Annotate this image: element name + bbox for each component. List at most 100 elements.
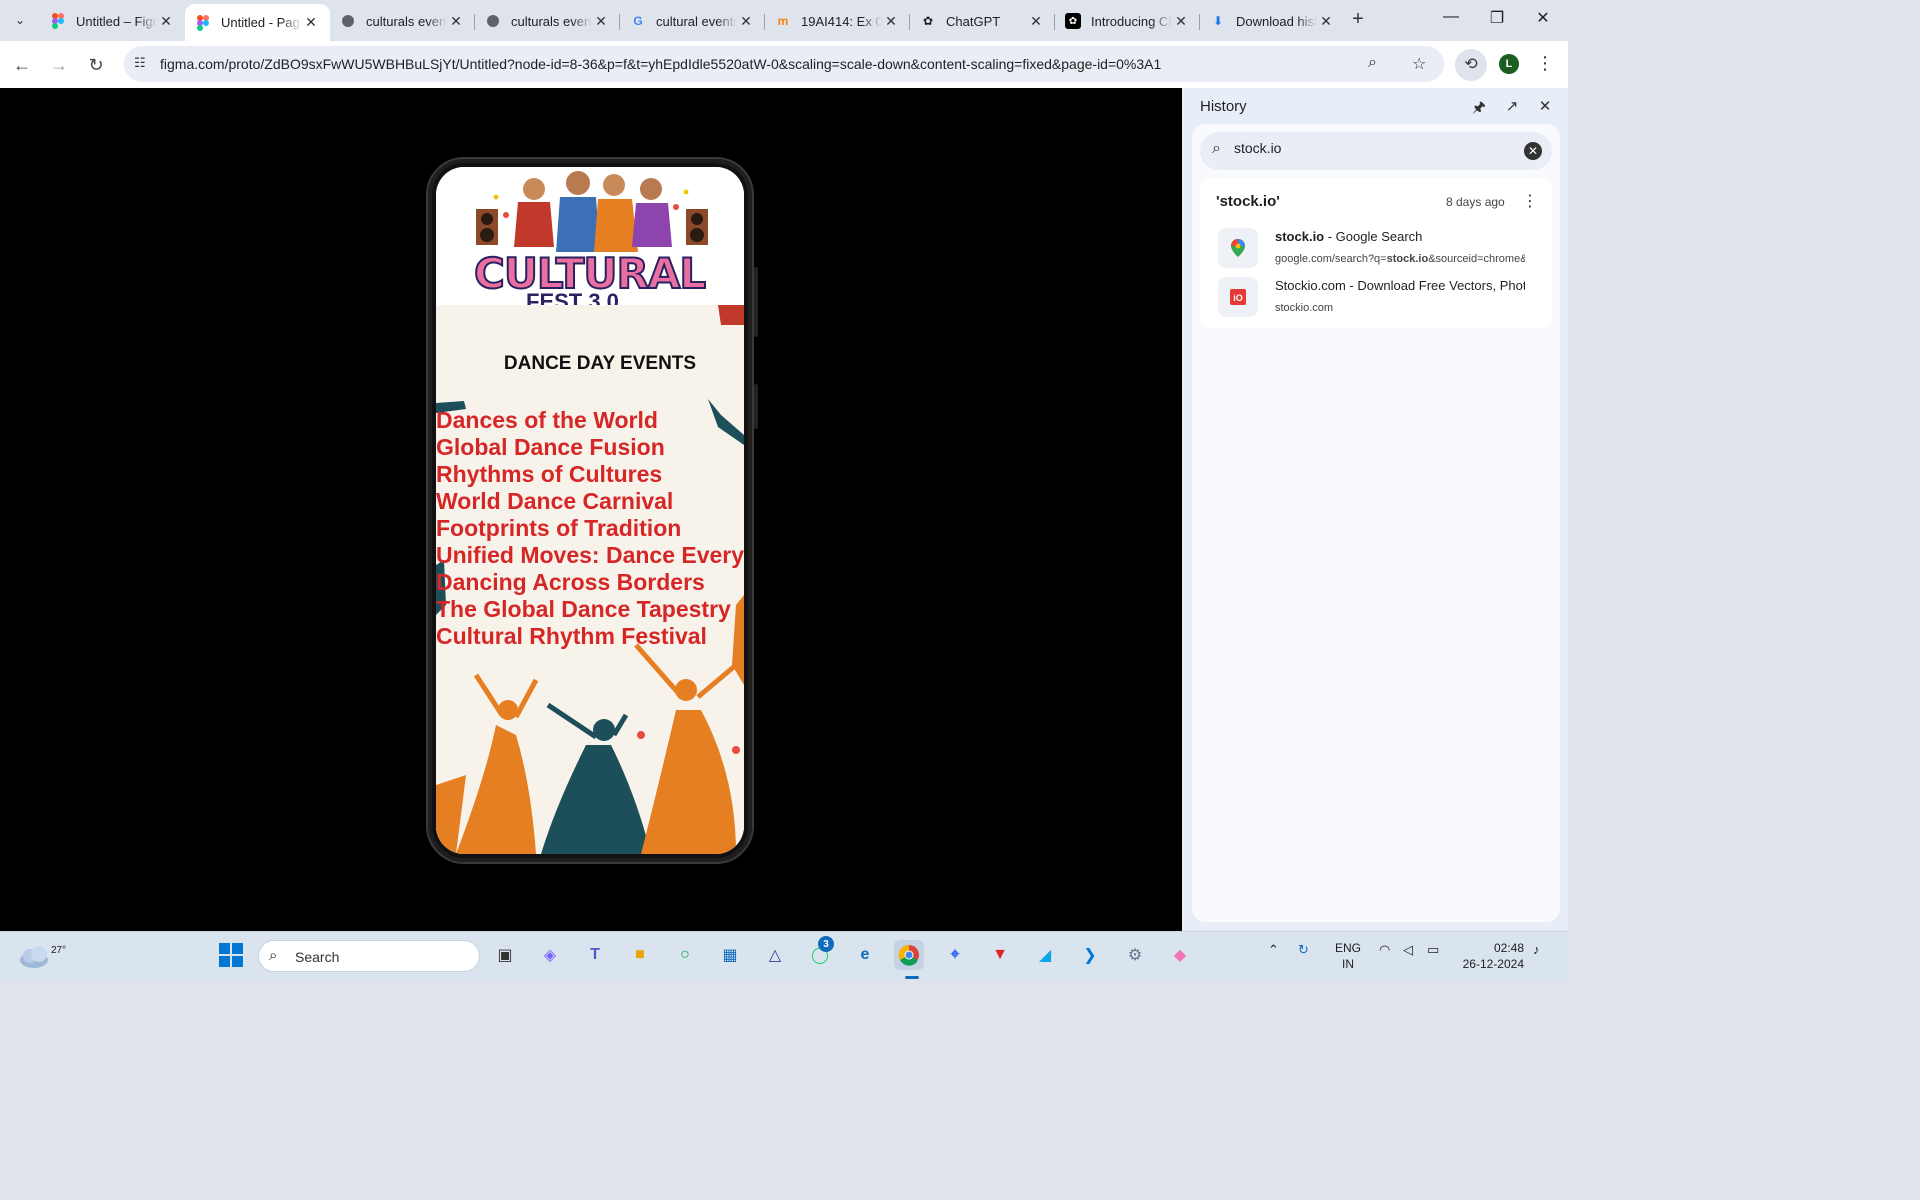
- sync-icon[interactable]: ↻: [1298, 942, 1309, 958]
- history-item[interactable]: iO Stockio.com - Download Free Vectors, …: [1218, 275, 1548, 319]
- pin-icon[interactable]: 🖈: [1470, 97, 1488, 122]
- history-group-card: 'stock.io' 8 days ago ⋮ stock.io - Googl…: [1200, 178, 1552, 328]
- language-indicator[interactable]: ENG IN: [1333, 940, 1363, 972]
- close-icon[interactable]: ✕: [447, 13, 465, 30]
- history-item-url: google.com/search?q=stock.io&sourceid=ch…: [1275, 253, 1525, 265]
- app-diamond-icon[interactable]: ◆: [1165, 940, 1195, 970]
- forward-button[interactable]: →: [47, 53, 71, 77]
- tab-chatgpt[interactable]: ✿ ChatGPT ✕: [910, 4, 1055, 38]
- wifi-icon[interactable]: ◠: [1379, 942, 1390, 958]
- tab-title: culturals events: [511, 13, 592, 29]
- event-item: World Dance Carnival: [436, 488, 674, 514]
- close-window-button[interactable]: ✕: [1520, 8, 1566, 28]
- tab-moodle[interactable]: m 19AI414: Ex 0 ✕: [765, 4, 910, 38]
- notification-bell-icon[interactable]: ♪: [1533, 942, 1540, 957]
- festival-banner-image: CULTURAL FEST 3.0: [436, 167, 744, 305]
- tab-culturals-2[interactable]: culturals events ✕: [475, 4, 620, 38]
- battery-icon[interactable]: ▭: [1427, 942, 1439, 958]
- google-icon: G: [633, 14, 643, 28]
- close-icon[interactable]: ✕: [737, 13, 755, 30]
- refresh-app-icon[interactable]: ○: [670, 940, 700, 970]
- taskbar-search[interactable]: ⌕ Search: [258, 940, 480, 972]
- arrow-right-icon: →: [50, 55, 68, 75]
- clear-search-icon[interactable]: ✕: [1524, 142, 1542, 160]
- edge-icon[interactable]: e: [850, 940, 880, 970]
- tab-title: Untitled - Page: [221, 15, 302, 30]
- brave-icon[interactable]: ▼: [985, 940, 1015, 970]
- close-icon: ✕: [1536, 10, 1550, 27]
- app-a-icon[interactable]: △: [760, 940, 790, 970]
- more-menu-button[interactable]: ⋮: [1535, 53, 1555, 74]
- tab-title: ChatGPT: [946, 13, 1001, 29]
- history-search-input[interactable]: [1234, 140, 1504, 156]
- teams-icon[interactable]: T: [580, 940, 610, 970]
- weather-widget[interactable]: 27°: [18, 938, 66, 972]
- file-explorer-icon[interactable]: ■: [625, 940, 655, 970]
- site-info-icon[interactable]: ☷: [134, 55, 152, 73]
- svg-text:iO: iO: [1233, 293, 1243, 303]
- show-hidden-icons-chevron-icon[interactable]: ⌃: [1268, 942, 1279, 958]
- prototype-viewport: CULTURAL FEST 3.0 DANCE DAY EVENTS Dance…: [0, 88, 1182, 931]
- globe-app-icon[interactable]: ⌖: [940, 940, 970, 970]
- close-icon[interactable]: ✕: [1027, 13, 1045, 30]
- reload-button[interactable]: ↻: [84, 53, 108, 77]
- event-item: Rhythms of Cultures: [436, 461, 663, 487]
- more-vertical-icon: ⋮: [1536, 53, 1554, 73]
- globe-icon: [340, 13, 356, 29]
- reload-icon: ↻: [88, 55, 104, 75]
- open-in-new-tab-icon[interactable]: ↗: [1503, 97, 1521, 115]
- tab-google[interactable]: G cultural events ✕: [620, 4, 765, 38]
- settings-gear-icon[interactable]: ⚙: [1120, 940, 1150, 970]
- history-item-title: stock.io - Google Search: [1275, 229, 1423, 244]
- task-view-icon[interactable]: ▣: [490, 940, 520, 970]
- tab-figma[interactable]: Untitled – Figma ✕: [40, 4, 185, 38]
- phone-screen[interactable]: CULTURAL FEST 3.0 DANCE DAY EVENTS Dance…: [436, 167, 744, 854]
- close-icon[interactable]: ✕: [302, 14, 320, 31]
- back-button[interactable]: ←: [10, 53, 34, 77]
- copilot-icon[interactable]: ◈: [535, 940, 565, 970]
- history-search-box[interactable]: ⌕ ✕: [1200, 132, 1552, 170]
- event-item: The Global Dance Tapestry: [436, 596, 731, 622]
- url-text[interactable]: figma.com/proto/ZdBO9sxFwWU5WBHBuLSjYt/U…: [160, 56, 1161, 72]
- history-button[interactable]: ⟲: [1455, 49, 1487, 81]
- event-item: Footprints of Tradition: [436, 515, 682, 541]
- bookmark-star-icon[interactable]: ☆: [1412, 54, 1426, 74]
- microsoft-store-icon[interactable]: ▦: [715, 940, 745, 970]
- close-icon[interactable]: ✕: [157, 13, 175, 30]
- tab-culturals-1[interactable]: culturals events ✕: [330, 4, 475, 38]
- avatar[interactable]: L: [1499, 54, 1519, 74]
- close-icon[interactable]: ✕: [1317, 13, 1335, 30]
- windows-icon: [219, 943, 243, 967]
- history-item[interactable]: stock.io - Google Search google.com/sear…: [1218, 226, 1548, 270]
- cloud-icon: [20, 946, 48, 968]
- search-icon: ⌕: [1212, 140, 1221, 157]
- address-bar[interactable]: ☷ figma.com/proto/ZdBO9sxFwWU5WBHBuLSjYt…: [124, 46, 1444, 82]
- history-content: ⌕ ✕ 'stock.io' 8 days ago ⋮ stock.io - G…: [1192, 124, 1560, 922]
- tab-figma-proto[interactable]: Untitled - Page ✕: [185, 4, 330, 41]
- close-icon[interactable]: ✕: [1536, 97, 1554, 115]
- panel-title: History: [1200, 98, 1247, 115]
- openai-icon: ✿: [1065, 13, 1081, 29]
- close-icon[interactable]: ✕: [882, 13, 900, 30]
- vscode-icon[interactable]: ❯: [1075, 940, 1105, 970]
- tab-openai[interactable]: ✿ Introducing ChatGPT ✕: [1055, 4, 1200, 38]
- chevron-down-icon: ⌄: [14, 13, 26, 27]
- close-icon[interactable]: ✕: [1172, 13, 1190, 30]
- event-item: Cultural Rhythm Festival: [436, 623, 707, 649]
- start-button[interactable]: [216, 940, 246, 970]
- photos-icon[interactable]: ◢: [1030, 940, 1060, 970]
- new-tab-button[interactable]: +: [1346, 8, 1370, 32]
- restore-button[interactable]: ❐: [1474, 8, 1520, 28]
- chrome-icon[interactable]: [894, 940, 924, 970]
- restore-icon: ❐: [1489, 10, 1505, 27]
- zoom-icon[interactable]: ⌕: [1368, 54, 1377, 72]
- volume-icon[interactable]: ◁: [1403, 942, 1413, 958]
- dance-poster: DANCE DAY EVENTS Dances of the World Glo…: [436, 305, 744, 854]
- tab-downloads[interactable]: ⬇ Download history ✕: [1200, 4, 1345, 38]
- clock[interactable]: 02:48 26-12-2024: [1460, 940, 1524, 972]
- more-vertical-icon[interactable]: ⋮: [1522, 191, 1538, 211]
- time: 02:48: [1493, 941, 1524, 955]
- minimize-button[interactable]: —: [1428, 8, 1474, 26]
- close-icon[interactable]: ✕: [592, 13, 610, 30]
- tab-search-button[interactable]: ⌄: [6, 6, 34, 34]
